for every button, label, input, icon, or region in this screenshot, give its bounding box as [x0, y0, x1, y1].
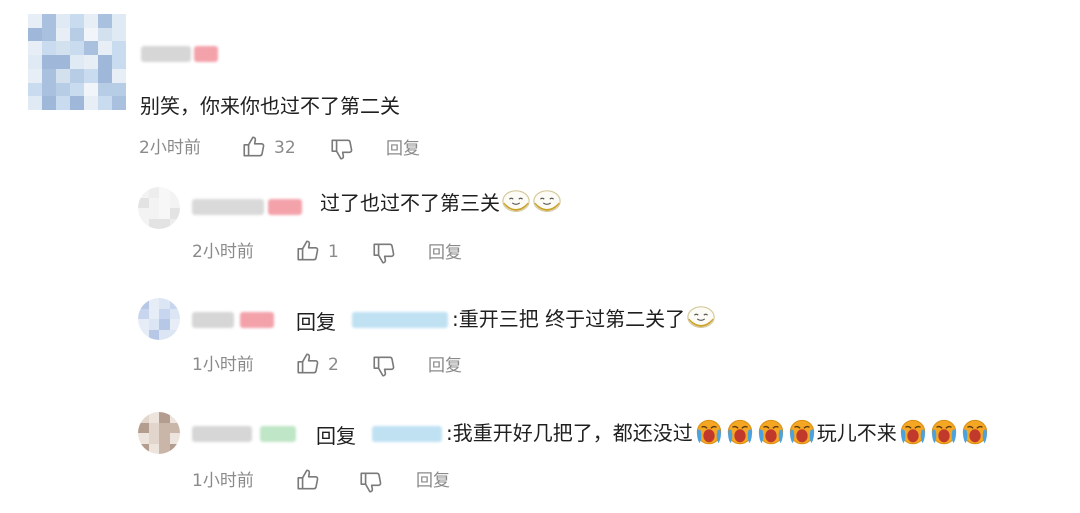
thumbs-down-icon [373, 356, 395, 377]
username[interactable] [141, 46, 191, 62]
reply-text: 过了也过不了第三关 [320, 188, 562, 217]
user-badge [268, 199, 302, 215]
reply-time: 1小时前 [192, 471, 254, 491]
thumbs-down-icon [331, 139, 353, 160]
user-badge [260, 426, 296, 442]
crying-emoji [900, 419, 925, 445]
like-button[interactable] [295, 238, 321, 268]
dislike-button[interactable] [371, 240, 397, 270]
reply-time: 2小时前 [192, 242, 254, 262]
like-button[interactable] [295, 467, 321, 497]
laughing-emoji [533, 190, 561, 212]
dislike-button[interactable] [371, 353, 397, 383]
thumbs-down-icon [373, 243, 395, 264]
mentioned-user[interactable] [372, 426, 442, 442]
like-button[interactable] [241, 134, 267, 164]
dislike-button[interactable] [358, 469, 384, 499]
thumbs-up-icon [297, 240, 319, 261]
avatar[interactable] [138, 187, 180, 229]
crying-emoji [758, 419, 783, 445]
like-button[interactable] [295, 351, 321, 381]
reply-button[interactable]: 回复 [386, 137, 420, 161]
laughing-emoji [502, 190, 530, 212]
dislike-button[interactable] [329, 136, 355, 166]
crying-emoji [789, 419, 814, 445]
reply-button[interactable]: 回复 [428, 354, 462, 378]
comment-text: 别笑，你来你也过不了第二关 [140, 94, 400, 118]
reply-prefix: 回复 [316, 424, 356, 448]
crying-emoji [931, 419, 956, 445]
thumbs-down-icon [360, 472, 382, 493]
comment-time: 2小时前 [139, 138, 201, 158]
thumbs-up-icon [297, 469, 319, 490]
thumbs-up-icon [297, 353, 319, 374]
reply-prefix: 回复 [296, 310, 336, 334]
reply-button[interactable]: 回复 [416, 469, 450, 493]
thumbs-up-icon [243, 136, 265, 157]
crying-emoji [727, 419, 752, 445]
reply-text: :重开三把 终于过第二关了 [452, 304, 716, 333]
user-badge [194, 46, 218, 62]
reply-button[interactable]: 回复 [428, 241, 462, 265]
crying-emoji [962, 419, 987, 445]
mentioned-user[interactable] [352, 312, 448, 328]
username[interactable] [192, 199, 264, 215]
laughing-emoji [687, 306, 715, 328]
reply-text: :我重开好几把了，都还没过 玩儿不来 [446, 418, 990, 447]
crying-emoji [696, 419, 721, 445]
username[interactable] [192, 312, 234, 328]
like-count: 1 [328, 242, 339, 262]
username[interactable] [192, 426, 252, 442]
like-count: 2 [328, 355, 339, 375]
user-badge [240, 312, 274, 328]
avatar[interactable] [28, 14, 126, 110]
reply-time: 1小时前 [192, 355, 254, 375]
like-count: 32 [274, 138, 296, 158]
avatar[interactable] [138, 412, 180, 454]
avatar[interactable] [138, 298, 180, 340]
